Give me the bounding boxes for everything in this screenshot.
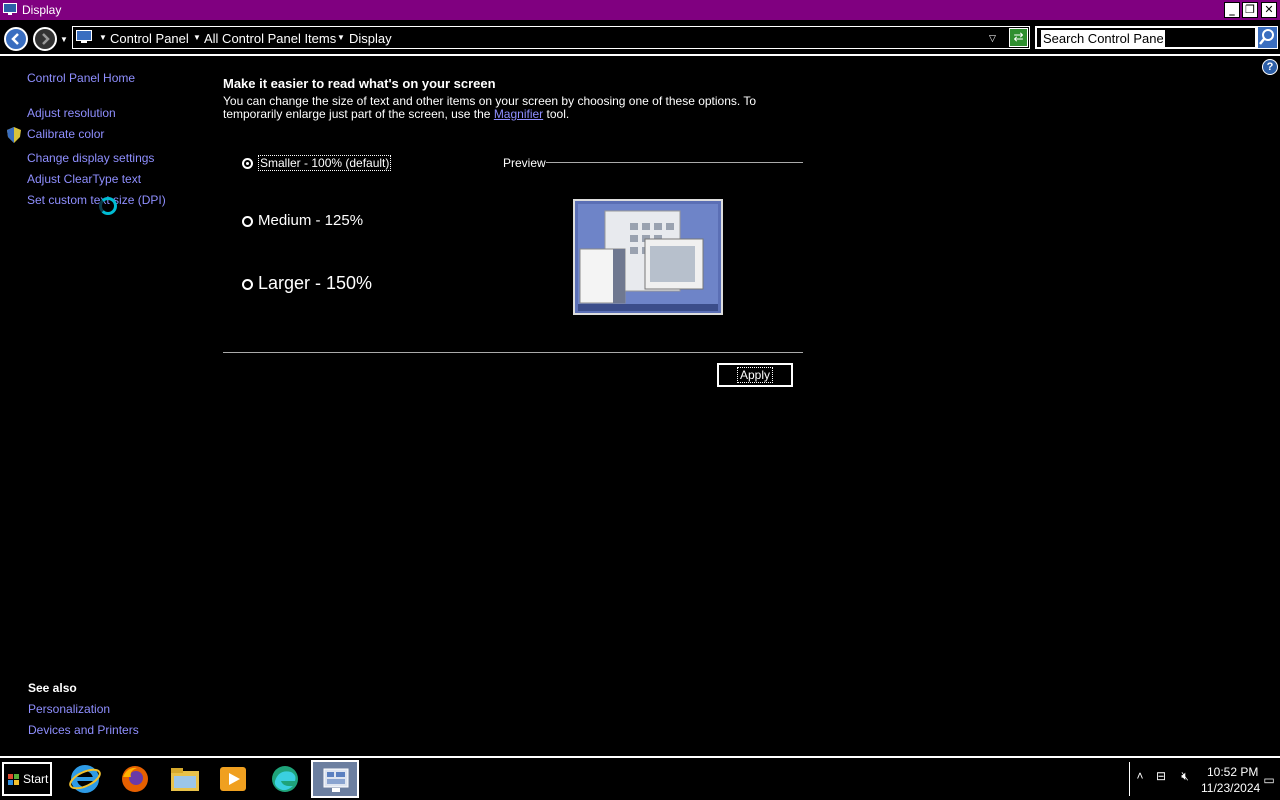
display-app-icon <box>3 3 17 15</box>
search-input[interactable] <box>1041 30 1165 47</box>
control-panel-taskbar-button[interactable] <box>311 760 359 798</box>
search-icon <box>1259 29 1274 45</box>
custom-text-size-link[interactable]: Set custom text size (DPI) <box>27 193 166 207</box>
clock-date[interactable]: 11/23/2024 <box>1201 781 1260 795</box>
window-title: Display <box>22 3 62 17</box>
devices-printers-link[interactable]: Devices and Printers <box>28 723 139 737</box>
control-panel-icon <box>76 30 92 43</box>
notification-icon[interactable]: ▭ <box>1261 772 1277 788</box>
apply-button[interactable]: Apply <box>717 363 793 387</box>
help-icon[interactable]: ? <box>1262 59 1278 75</box>
refresh-button[interactable]: ⇄ <box>1009 28 1028 47</box>
uac-shield-icon <box>7 127 21 143</box>
description-text: You can change the size of text and othe… <box>223 94 757 121</box>
address-box[interactable]: ▼ Control Panel ▼ All Control Panel Item… <box>72 26 1030 49</box>
page-heading: Make it easier to read what's on your sc… <box>223 76 496 91</box>
personalization-link[interactable]: Personalization <box>28 702 110 716</box>
apply-button-label: Apply <box>736 367 774 383</box>
search-box[interactable] <box>1035 26 1257 49</box>
desktop-preview-icon <box>575 201 721 313</box>
description-text-end: tool. <box>543 107 570 121</box>
breadcrumb-all-items[interactable]: All Control Panel Items <box>204 31 336 46</box>
clock-time[interactable]: 10:52 PM <box>1207 765 1258 779</box>
back-arrow-icon <box>11 33 19 45</box>
calibrate-color-link[interactable]: Calibrate color <box>27 127 104 141</box>
network-icon[interactable]: ⊟ <box>1153 768 1169 784</box>
firefox-icon[interactable] <box>112 760 158 798</box>
adjust-cleartype-link[interactable]: Adjust ClearType text <box>27 172 141 186</box>
forward-arrow-icon <box>42 33 50 45</box>
title-bar: Display _ ❐ ✕ <box>0 0 1280 20</box>
option-larger[interactable]: Larger - 150% <box>242 273 372 294</box>
radio-smaller[interactable] <box>242 158 253 170</box>
radio-medium[interactable] <box>242 215 253 227</box>
content-divider <box>223 352 803 353</box>
option-medium[interactable]: Medium - 125% <box>242 212 363 229</box>
show-hidden-icons-icon[interactable]: ˄ <box>1132 768 1148 784</box>
history-dropdown-icon[interactable]: ▼ <box>60 35 68 44</box>
crumb-separator-icon[interactable]: ▼ <box>337 33 345 42</box>
radio-larger[interactable] <box>242 278 253 290</box>
crumb-separator-icon[interactable]: ▼ <box>193 33 201 42</box>
address-dropdown-icon[interactable]: ▽ <box>989 33 996 44</box>
option-smaller[interactable]: Smaller - 100% (default) <box>242 155 392 171</box>
close-button[interactable]: ✕ <box>1261 2 1277 18</box>
edge-icon[interactable] <box>262 760 308 798</box>
search-button[interactable] <box>1257 26 1278 49</box>
option-medium-label: Medium - 125% <box>258 212 364 229</box>
back-button[interactable] <box>4 27 28 51</box>
preview-divider <box>546 162 803 163</box>
preview-image <box>573 199 723 315</box>
address-bar: ▼ ▼ Control Panel ▼ All Control Panel It… <box>0 22 1280 56</box>
internet-explorer-icon[interactable] <box>62 760 108 798</box>
minimize-button[interactable]: _ <box>1224 2 1240 18</box>
start-label: Start <box>23 772 49 786</box>
busy-cursor-icon <box>99 197 117 215</box>
media-player-icon[interactable] <box>210 760 256 798</box>
tray-separator <box>1129 762 1130 796</box>
adjust-resolution-link[interactable]: Adjust resolution <box>27 106 116 120</box>
crumb-separator-icon[interactable]: ▼ <box>99 33 107 42</box>
page-description: You can change the size of text and othe… <box>223 95 803 121</box>
breadcrumb-control-panel[interactable]: Control Panel <box>110 31 189 46</box>
file-explorer-icon[interactable] <box>162 760 208 798</box>
taskbar: Start ˄ ⊟ 🔇︎ 10:52 PM 11/23/2024 ▭ <box>0 756 1280 800</box>
see-also-title: See also <box>28 681 77 695</box>
forward-button[interactable] <box>33 27 57 51</box>
control-panel-home-link[interactable]: Control Panel Home <box>27 71 135 85</box>
windows-flag-icon <box>8 774 19 785</box>
option-smaller-label: Smaller - 100% (default) <box>258 155 392 171</box>
breadcrumb-display[interactable]: Display <box>349 31 392 46</box>
option-larger-label: Larger - 150% <box>258 273 373 293</box>
volume-muted-icon[interactable]: 🔇︎ <box>1177 768 1193 784</box>
start-button[interactable]: Start <box>2 762 52 796</box>
magnifier-link[interactable]: Magnifier <box>494 107 543 121</box>
restore-button[interactable]: ❐ <box>1242 2 1258 18</box>
change-display-settings-link[interactable]: Change display settings <box>27 151 154 165</box>
preview-label: Preview <box>503 156 546 170</box>
